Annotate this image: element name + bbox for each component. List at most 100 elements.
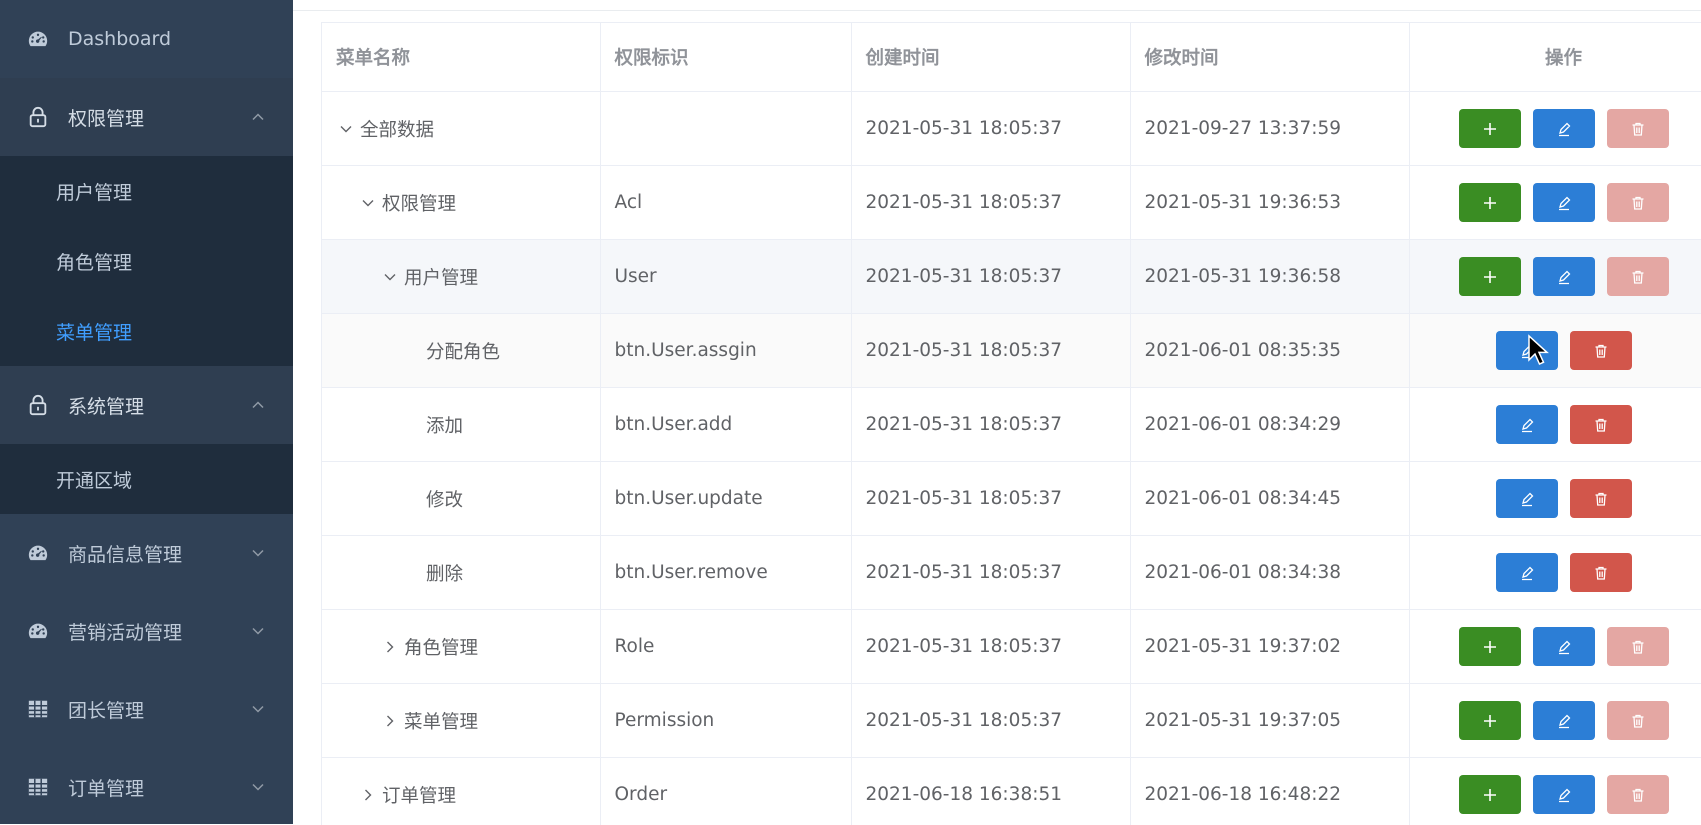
sidebar-item-regions[interactable]: 开通区域 bbox=[0, 444, 293, 514]
sidebar-item-label: 菜单管理 bbox=[56, 318, 132, 345]
edit-button[interactable] bbox=[1533, 183, 1595, 222]
delete-button[interactable] bbox=[1570, 405, 1632, 444]
delete-button[interactable] bbox=[1570, 479, 1632, 518]
delete-button[interactable] bbox=[1607, 183, 1669, 222]
sidebar-item-orders[interactable]: 订单管理 bbox=[0, 748, 293, 824]
edit-icon bbox=[1518, 490, 1536, 508]
delete-button[interactable] bbox=[1607, 701, 1669, 740]
edit-button[interactable] bbox=[1533, 627, 1595, 666]
chevron-down-icon bbox=[251, 780, 265, 794]
table-header-row: 菜单名称 权限标识 创建时间 修改时间 操作 bbox=[322, 23, 1701, 92]
sidebar-item-dashboard[interactable]: Dashboard bbox=[0, 0, 293, 78]
lock-icon bbox=[26, 105, 50, 129]
plus-icon bbox=[1481, 120, 1499, 138]
created-cell: 2021-05-31 18:05:37 bbox=[851, 388, 1130, 462]
edit-button[interactable] bbox=[1496, 479, 1558, 518]
add-button[interactable] bbox=[1459, 627, 1521, 666]
add-button[interactable] bbox=[1459, 183, 1521, 222]
created-cell: 2021-05-31 18:05:37 bbox=[851, 166, 1130, 240]
add-button[interactable] bbox=[1459, 257, 1521, 296]
sidebar-item-leaders[interactable]: 团长管理 bbox=[0, 670, 293, 748]
sidebar-item-marketing[interactable]: 营销活动管理 bbox=[0, 592, 293, 670]
edit-button[interactable] bbox=[1496, 331, 1558, 370]
modified-cell: 2021-05-31 19:36:58 bbox=[1130, 240, 1409, 314]
sidebar-item-acl[interactable]: 权限管理 bbox=[0, 78, 293, 156]
sidebar: Dashboard 权限管理 用户管理 角色管理 菜单管理 系统管理 开通区域 … bbox=[0, 0, 293, 824]
modified-cell: 2021-06-18 16:48:22 bbox=[1130, 758, 1409, 825]
sidebar-item-label: Dashboard bbox=[68, 28, 171, 50]
created-cell: 2021-06-18 16:38:51 bbox=[851, 758, 1130, 825]
name-cell: 添加 bbox=[322, 388, 600, 462]
created-cell: 2021-05-31 18:05:37 bbox=[851, 462, 1130, 536]
add-button[interactable] bbox=[1459, 775, 1521, 814]
table-row: 订单管理 Order 2021-06-18 16:38:51 2021-06-1… bbox=[322, 758, 1701, 825]
column-header-created: 创建时间 bbox=[851, 23, 1130, 92]
column-header-code: 权限标识 bbox=[600, 23, 851, 92]
plus-icon bbox=[1481, 786, 1499, 804]
edit-button[interactable] bbox=[1496, 405, 1558, 444]
chevron-down-icon[interactable] bbox=[358, 193, 378, 213]
delete-button[interactable] bbox=[1607, 109, 1669, 148]
chevron-up-icon bbox=[251, 110, 265, 124]
operations-cell bbox=[1409, 314, 1701, 388]
modified-cell: 2021-06-01 08:35:35 bbox=[1130, 314, 1409, 388]
dashboard-icon bbox=[26, 541, 50, 565]
delete-button[interactable] bbox=[1570, 553, 1632, 592]
table-icon bbox=[26, 697, 50, 721]
chevron-right-icon[interactable] bbox=[358, 785, 378, 805]
chevron-down-icon bbox=[251, 702, 265, 716]
sidebar-item-menus[interactable]: 菜单管理 bbox=[0, 296, 293, 366]
sidebar-item-label: 开通区域 bbox=[56, 466, 132, 493]
name-cell: 订单管理 bbox=[322, 758, 600, 825]
trash-icon bbox=[1629, 120, 1647, 138]
code-cell: btn.User.add bbox=[600, 388, 851, 462]
chevron-right-icon[interactable] bbox=[380, 711, 400, 731]
trash-icon bbox=[1629, 638, 1647, 656]
menu-name: 添加 bbox=[426, 412, 463, 438]
chevron-down-icon[interactable] bbox=[336, 119, 356, 139]
table-row: 分配角色 btn.User.assgin 2021-05-31 18:05:37… bbox=[322, 314, 1701, 388]
chevron-down-icon[interactable] bbox=[380, 267, 400, 287]
add-button[interactable] bbox=[1459, 109, 1521, 148]
menu-name: 全部数据 bbox=[360, 116, 434, 142]
modified-cell: 2021-05-31 19:37:05 bbox=[1130, 684, 1409, 758]
plus-icon bbox=[1481, 712, 1499, 730]
chevron-down-icon bbox=[251, 624, 265, 638]
menu-name: 角色管理 bbox=[404, 634, 478, 660]
delete-button[interactable] bbox=[1570, 331, 1632, 370]
table-row: 全部数据 2021-05-31 18:05:37 2021-09-27 13:3… bbox=[322, 92, 1701, 166]
table-row: 修改 btn.User.update 2021-05-31 18:05:37 2… bbox=[322, 462, 1701, 536]
add-button[interactable] bbox=[1459, 701, 1521, 740]
edit-icon bbox=[1518, 342, 1536, 360]
edit-button[interactable] bbox=[1496, 553, 1558, 592]
chevron-right-icon[interactable] bbox=[380, 637, 400, 657]
delete-button[interactable] bbox=[1607, 775, 1669, 814]
sidebar-item-system[interactable]: 系统管理 bbox=[0, 366, 293, 444]
menu-name: 权限管理 bbox=[382, 190, 456, 216]
edit-button[interactable] bbox=[1533, 701, 1595, 740]
operations-cell bbox=[1409, 758, 1701, 825]
name-cell: 分配角色 bbox=[322, 314, 600, 388]
code-cell: Role bbox=[600, 610, 851, 684]
modified-cell: 2021-06-01 08:34:45 bbox=[1130, 462, 1409, 536]
code-cell: btn.User.update bbox=[600, 462, 851, 536]
sidebar-item-products[interactable]: 商品信息管理 bbox=[0, 514, 293, 592]
menu-name: 用户管理 bbox=[404, 264, 478, 290]
edit-button[interactable] bbox=[1533, 775, 1595, 814]
name-cell: 删除 bbox=[322, 536, 600, 610]
chevron-up-icon bbox=[251, 398, 265, 412]
edit-button[interactable] bbox=[1533, 257, 1595, 296]
edit-button[interactable] bbox=[1533, 109, 1595, 148]
name-cell: 角色管理 bbox=[322, 610, 600, 684]
lock-icon bbox=[26, 393, 50, 417]
delete-button[interactable] bbox=[1607, 627, 1669, 666]
operations-cell bbox=[1409, 166, 1701, 240]
trash-icon bbox=[1592, 490, 1610, 508]
operations-cell bbox=[1409, 536, 1701, 610]
sidebar-item-roles[interactable]: 角色管理 bbox=[0, 226, 293, 296]
sidebar-item-users[interactable]: 用户管理 bbox=[0, 156, 293, 226]
operations-cell bbox=[1409, 462, 1701, 536]
sidebar-item-label: 权限管理 bbox=[68, 104, 144, 131]
delete-button[interactable] bbox=[1607, 257, 1669, 296]
trash-icon bbox=[1629, 194, 1647, 212]
